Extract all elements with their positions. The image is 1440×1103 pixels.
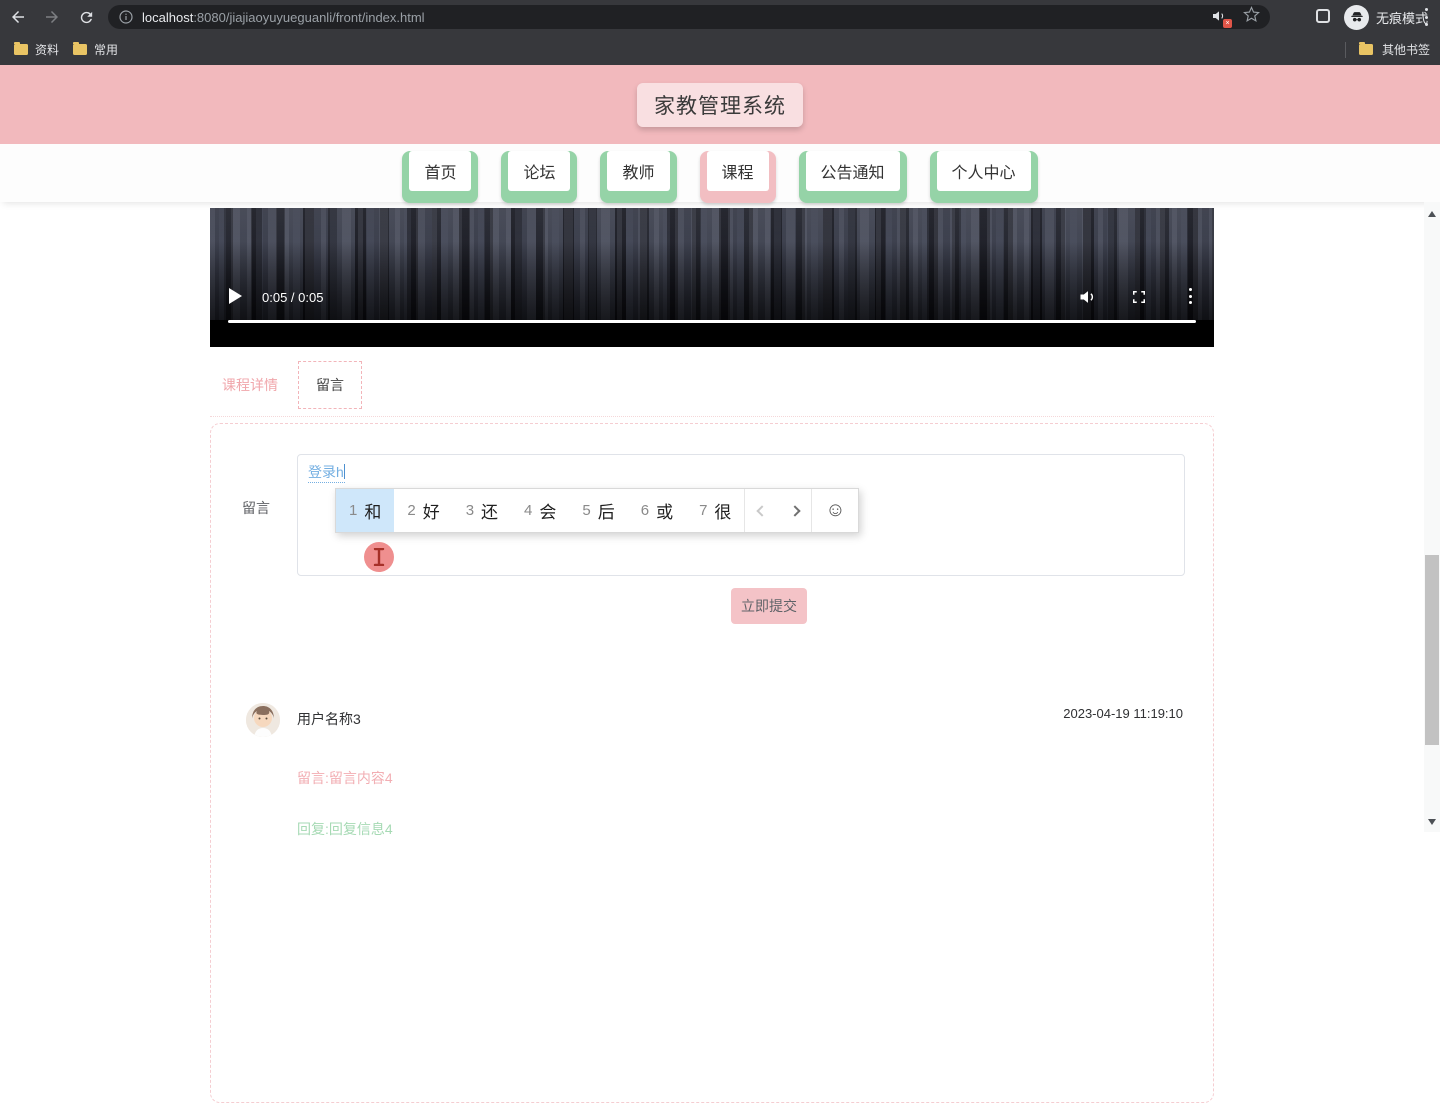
folder-icon [1358,42,1373,55]
scroll-down-icon[interactable] [1428,819,1436,825]
site-header: 家教管理系统 [0,65,1440,144]
page-title: 家教管理系统 [637,82,803,127]
divider [210,416,1214,417]
ime-emoji-icon[interactable] [812,489,858,532]
other-bookmarks-label: 其他书签 [1381,43,1430,57]
message-panel: 留言 登录h 1和 2好 3还 4会 5后 6或 7很 ☺ 立即提交 用户名称3… [210,423,1214,1103]
comment-message: 留言:留言内容4 [297,770,393,786]
volume-icon[interactable] [1078,287,1098,307]
nav-label: 个人中心 [936,151,1031,191]
scroll-up-icon[interactable] [1428,211,1436,217]
divider [1344,41,1346,58]
nav-button-profile[interactable]: 个人中心 [929,151,1038,203]
muted-badge-icon: × [1223,19,1232,28]
comment-timestamp: 2023-04-19 11:19:10 [1063,706,1183,721]
tab-course-detail[interactable]: 课程详情 [222,375,278,395]
ime-candidate-5[interactable]: 5后 [569,489,627,532]
video-frame-cityscape [210,208,1214,320]
other-bookmarks[interactable]: 其他书签 [1344,41,1430,58]
nav-button-course-active[interactable]: 课程 [699,151,776,203]
submit-row: 立即提交 [211,588,1213,624]
main-nav: 首页 论坛 教师 课程 公告通知 个人中心 [0,144,1440,203]
nav-button-teacher[interactable]: 教师 [600,151,677,203]
site-info-icon[interactable] [118,9,134,25]
comment-item: 用户名称3 2023-04-19 11:19:10 留言:留言内容4 回复:回复… [211,701,1213,839]
comment-reply: 回复:回复信息4 [297,821,393,837]
bookmark-label: 常用 [94,43,119,57]
ime-candidate-6[interactable]: 6或 [628,489,686,532]
submit-button[interactable]: 立即提交 [731,588,807,624]
nav-label: 论坛 [508,151,571,191]
bookmark-folder-1[interactable]: 资料 [14,41,59,58]
ime-candidate-1[interactable]: 1和 [336,489,395,532]
message-field-label: 留言 [242,500,270,516]
play-icon[interactable] [228,288,242,304]
bookmark-folder-2[interactable]: 常用 [73,41,118,58]
side-panel-icon[interactable] [1316,9,1330,23]
browser-toolbar: localhost:8080/jiajiaoyuyueguanli/front/… [0,0,1440,34]
bookmarks-bar: 资料 常用 其他书签 [0,34,1440,65]
nav-button-home[interactable]: 首页 [402,151,479,203]
tab-message-active[interactable]: 留言 [298,361,362,409]
page-scrollbar[interactable] [1424,202,1440,832]
text-caret [343,464,345,479]
browser-menu-icon[interactable] [1424,8,1428,26]
video-time: 0:05 / 0:05 [262,290,324,305]
video-progress-bar[interactable] [228,320,1196,323]
bookmark-label: 资料 [35,43,60,57]
tab-audio-muted-icon[interactable]: × [1211,8,1232,28]
video-menu-icon[interactable] [1188,288,1192,304]
ime-candidate-3[interactable]: 3还 [453,489,511,532]
content-area: 0:05 / 0:05 课程详情 留言 留言 登录h 1和 2好 3还 4会 5… [210,202,1214,1103]
url-path: :8080/jiajiaoyuyueguanli/front/index.htm… [193,9,425,25]
scrollbar-thumb[interactable] [1425,555,1439,745]
incognito-label: 无痕模式 [1376,10,1429,26]
ime-candidate-4[interactable]: 4会 [511,489,569,532]
url-text: localhost:8080/jiajiaoyuyueguanli/front/… [142,10,425,25]
incognito-badge: 无痕模式 [1344,4,1428,30]
folder-icon [73,42,88,55]
avatar [246,703,280,737]
message-form: 留言 登录h 1和 2好 3还 4会 5后 6或 7很 [211,454,1213,576]
bookmark-star-icon[interactable] [1243,6,1260,28]
reload-icon[interactable] [76,7,96,27]
comment-username: 用户名称3 [297,711,361,727]
video-player[interactable]: 0:05 / 0:05 [210,208,1214,347]
message-textarea[interactable]: 登录h 1和 2好 3还 4会 5后 6或 7很 [297,454,1185,576]
tabs: 课程详情 留言 [210,361,1214,409]
incognito-icon [1344,4,1369,30]
ime-composition-text: 登录h [308,462,345,483]
nav-button-forum[interactable]: 论坛 [501,151,578,203]
ime-prev-page-icon[interactable] [745,489,778,532]
nav-label: 教师 [607,151,670,191]
ime-next-page-icon[interactable] [778,489,811,532]
nav-label: 公告通知 [805,151,900,191]
nav-button-notice[interactable]: 公告通知 [798,151,907,203]
ime-candidate-7[interactable]: 7很 [686,489,744,532]
folder-icon [14,42,28,55]
nav-label: 课程 [706,151,769,191]
ime-candidate-window: 1和 2好 3还 4会 5后 6或 7很 [335,488,860,533]
nav-label: 首页 [409,151,472,191]
touch-text-cursor-icon [364,542,394,572]
address-bar[interactable]: localhost:8080/jiajiaoyuyueguanli/front/… [108,5,1270,29]
fullscreen-icon[interactable] [1130,288,1148,306]
ime-candidate-2[interactable]: 2好 [394,489,452,532]
forward-icon[interactable] [42,7,62,27]
url-host: localhost [142,9,194,25]
comments-list: 用户名称3 2023-04-19 11:19:10 留言:留言内容4 回复:回复… [211,701,1213,839]
back-icon[interactable] [8,7,28,27]
